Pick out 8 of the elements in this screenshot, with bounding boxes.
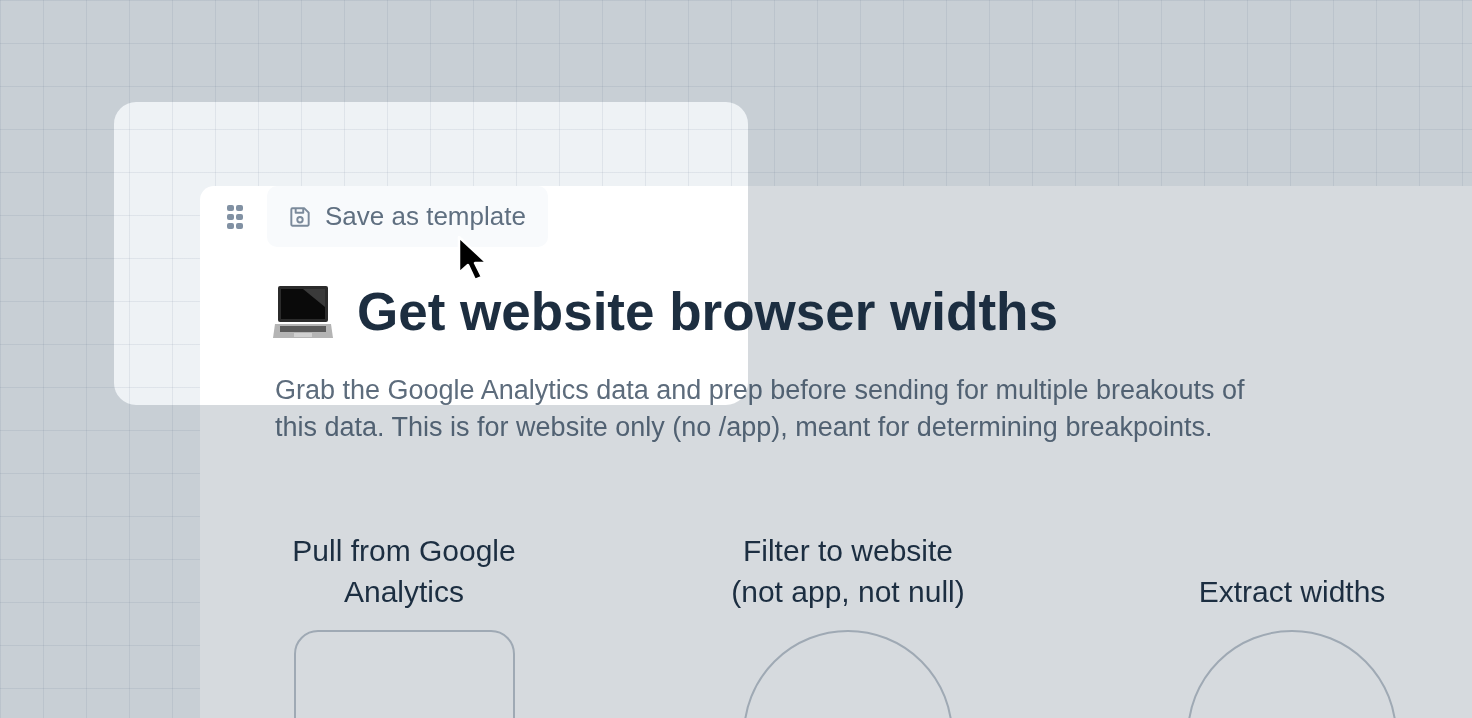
step-title: Pull from Google Analytics xyxy=(292,533,516,610)
drag-handle-icon[interactable] xyxy=(227,204,243,229)
page-description: Grab the Google Analytics data and prep before sending for multiple breakouts of this data. This is for website only (no /app), meant for determining breakpoints. xyxy=(275,374,1246,444)
page-title: Get website browser widths xyxy=(357,281,1058,342)
step-title: Extract widths xyxy=(1198,574,1386,610)
step-title: Filter to website (not app, not null) xyxy=(731,533,965,610)
laptop-icon xyxy=(273,283,333,340)
save-template-button[interactable]: Save as template xyxy=(267,186,548,247)
